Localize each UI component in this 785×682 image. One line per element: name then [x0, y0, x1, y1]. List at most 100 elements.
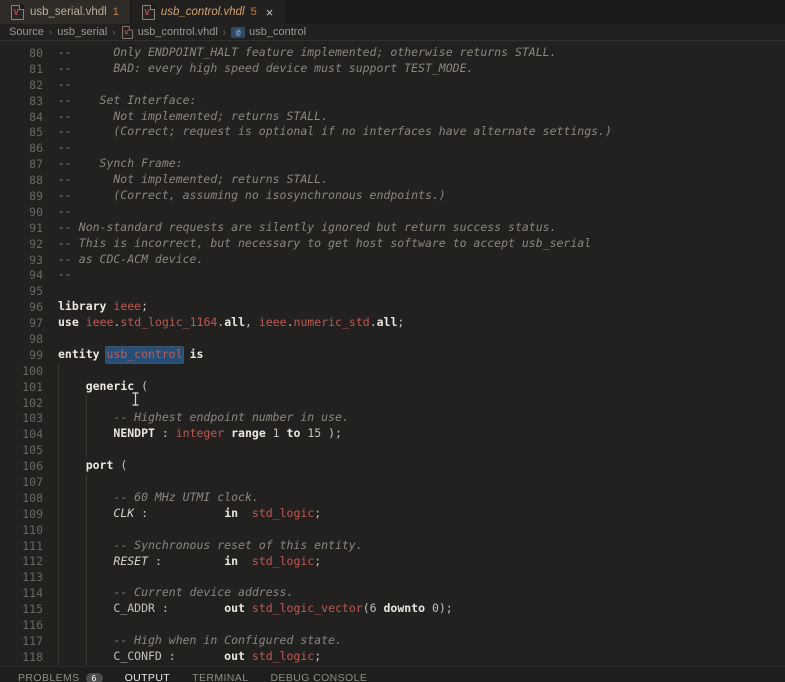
code-line-content[interactable]: library ieee; [58, 299, 785, 315]
line-number: 103 [22, 411, 43, 426]
code-line-content[interactable]: port ( [58, 458, 785, 475]
line-number: 97 [29, 316, 43, 331]
indent-guide [85, 648, 87, 665]
code-line-content[interactable]: use ieee. std_logic_1164. all, ieee. numeri… [58, 315, 785, 331]
code-line-content[interactable]: -- Only ENDPOINT_HALT feature implemente… [58, 45, 785, 61]
code-line: 104 NENDPT : integer range 1 to 15 ); [0, 426, 785, 443]
code-token: std_logic_1164 [120, 315, 218, 330]
code-token: -- Set Interface: [58, 92, 197, 107]
code-line-content[interactable]: -- Synch Frame: [58, 156, 785, 172]
code-token: : [134, 505, 225, 520]
code-line-content[interactable]: -- [58, 77, 785, 93]
code-line-content[interactable]: -- [58, 267, 785, 283]
line-number: 87 [29, 157, 43, 172]
code-line-content[interactable]: -- Current device address. [58, 585, 785, 602]
breadcrumb-item-usb-control[interactable]: @ usb_control [231, 26, 306, 38]
breadcrumb-item-Source[interactable]: Source [9, 26, 44, 38]
code-line-content[interactable] [58, 569, 785, 586]
code-line-content[interactable]: -- Synchronous reset of this entity. [58, 537, 785, 554]
code-line-content[interactable]: -- Set Interface: [58, 93, 785, 109]
code-line-content[interactable]: -- This is incorrect, but necessary to g… [58, 236, 785, 252]
code-line-content[interactable]: -- High when in Configured state. [58, 632, 785, 649]
line-number: 96 [29, 300, 43, 315]
panel-tab-debug-console[interactable]: DEBUG CONSOLE [270, 673, 367, 682]
code-line-content[interactable]: C_CONFD : out std_logic; [58, 648, 785, 665]
code-line: 86 -- [0, 140, 785, 156]
breadcrumb-item-usb-serial[interactable]: usb_serial [57, 26, 107, 38]
code-line-content[interactable]: generic ( [58, 378, 785, 395]
code-line: 92 -- This is incorrect, but necessary to… [0, 236, 785, 252]
editor-pane[interactable]: 80 -- Only ENDPOINT_HALT feature implemen… [0, 41, 785, 666]
selected-word: usb_control [106, 346, 183, 363]
code-line: 113 [0, 569, 785, 586]
tab-usb-control-vhdl[interactable]: usb_control.vhdl 5 × [130, 0, 287, 24]
indent-guide [58, 442, 59, 459]
code-line-content[interactable] [58, 331, 785, 347]
panel-tab-label: DEBUG CONSOLE [270, 672, 368, 682]
code-token: ; [314, 553, 322, 568]
code-line-content[interactable] [58, 474, 785, 490]
code-token: -- (Correct; request is optional if no i… [58, 124, 612, 139]
code-line-content[interactable]: -- (Correct, assuming no isosynchronous … [58, 188, 785, 204]
code-line: 116 [0, 617, 785, 633]
code-line-content[interactable]: -- (Correct; request is optional if no i… [58, 124, 785, 140]
panel-tab-output[interactable]: OUTPUT [125, 673, 171, 682]
code-line-content[interactable]: entity usb_control is [58, 346, 785, 363]
editor-tab-bar: usb_serial.vhdl 1 usb_control.vhdl 5 × [0, 0, 785, 24]
close-icon[interactable]: × [265, 6, 275, 19]
line-number: 108 [22, 490, 43, 505]
code-line: 106 port ( [0, 458, 785, 475]
breadcrumb-label: usb_control [249, 26, 307, 38]
panel-tab-terminal[interactable]: TERMINAL [192, 673, 248, 682]
code-token: -- High when in Configured state. [113, 632, 342, 647]
code-token: CLK [113, 505, 135, 520]
code-line-content[interactable]: -- 60 MHz UTMI clock. [58, 489, 785, 506]
code-line-content[interactable]: -- Not implemented; returns STALL. [58, 109, 785, 125]
code-line-content[interactable] [58, 394, 785, 411]
code-line-content[interactable] [58, 617, 785, 633]
code-line-content[interactable] [58, 521, 785, 538]
code-line-content[interactable]: CLK : in std_logic; [58, 505, 785, 522]
code-line: 97 use ieee. std_logic_1164. all, ieee. nume… [0, 315, 785, 331]
code-line-content[interactable]: C_ADDR : out std_logic_vector (6 downto 0… [58, 601, 785, 618]
line-number: 88 [29, 173, 43, 188]
code-line-content[interactable]: -- Highest endpoint number in use. [58, 410, 785, 427]
line-number: 89 [29, 188, 43, 203]
code-line-content[interactable]: -- [58, 204, 785, 220]
code-line-content[interactable]: -- BAD: every high speed device must sup… [58, 61, 785, 77]
code-line-content[interactable]: -- Not implemented; returns STALL. [58, 172, 785, 188]
line-number: 118 [22, 649, 43, 664]
code-line-content[interactable]: -- as CDC-ACM device. [58, 252, 785, 268]
code-token: -- [58, 203, 72, 218]
indent-guide [58, 474, 59, 490]
code-line: 81 -- BAD: every high speed device must s… [0, 61, 785, 77]
indent-guide [85, 505, 87, 522]
code-token: downto [383, 601, 426, 616]
code-line: 82 -- [0, 77, 785, 93]
code-line: 102 [0, 394, 785, 411]
code-line-content[interactable] [58, 362, 785, 379]
code-line-content[interactable]: NENDPT : integer range 1 to 15 ); [58, 426, 785, 443]
panel-tab-problems[interactable]: PROBLEMS 6 [18, 673, 103, 682]
vhdl-file-icon [11, 4, 24, 20]
tab-usb-serial-vhdl[interactable]: usb_serial.vhdl 1 [0, 0, 131, 24]
line-number: 100 [22, 363, 43, 378]
code-line-content[interactable] [58, 442, 785, 459]
indent-guide [85, 553, 87, 570]
code-line-content[interactable]: RESET : in std_logic; [58, 553, 785, 570]
code-token: (6 [362, 601, 384, 616]
indent-guide [85, 426, 87, 443]
code-line-content[interactable]: -- [58, 140, 785, 156]
indent-guide [85, 569, 87, 586]
code-line: 94 -- [0, 267, 785, 283]
code-line-content[interactable]: -- Non-standard requests are silently ig… [58, 220, 785, 236]
indent-guide [85, 410, 87, 427]
code-token: . [286, 315, 294, 330]
code-line-content[interactable] [58, 283, 785, 299]
code-token: : [154, 426, 176, 441]
code-line: 101 generic ( [0, 378, 785, 395]
breadcrumb-item-usb-control-vhdl[interactable]: usb_control.vhdl [121, 25, 218, 40]
line-number: 85 [29, 125, 43, 140]
